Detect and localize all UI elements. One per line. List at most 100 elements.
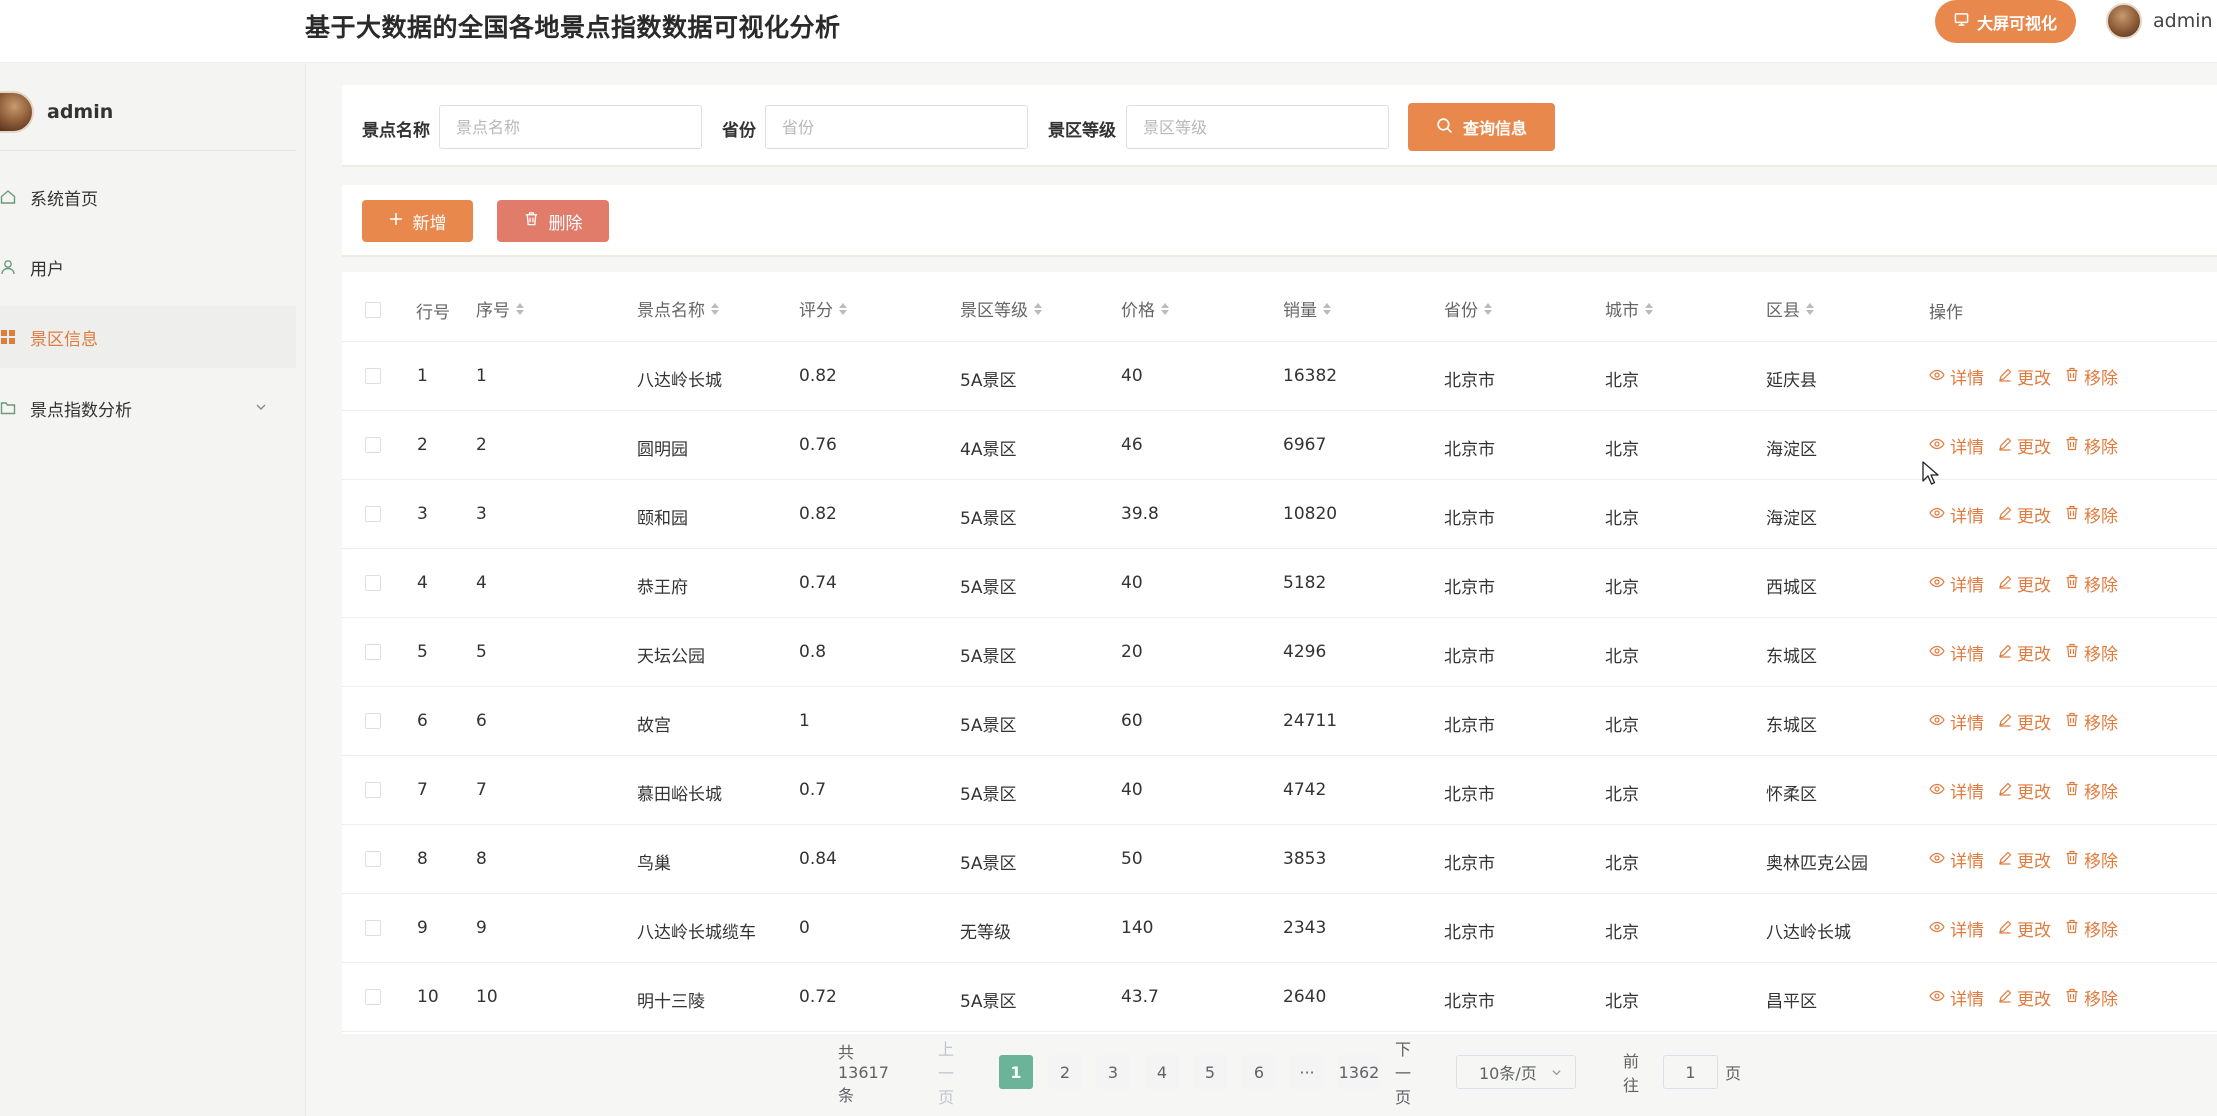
row-checkbox[interactable] [365, 437, 381, 453]
edit-label: 更改 [2017, 438, 2051, 458]
remove-button[interactable]: 移除 [2065, 916, 2118, 941]
detail-label: 详情 [1950, 852, 1984, 872]
sort-icon [1645, 302, 1653, 315]
remove-button[interactable]: 移除 [2065, 985, 2118, 1010]
pencil-icon [1998, 643, 2012, 663]
remove-button[interactable]: 移除 [2065, 571, 2118, 596]
cell-district: 海淀区 [1766, 440, 1817, 460]
avatar[interactable] [2106, 3, 2142, 39]
detail-button[interactable]: 详情 [1929, 985, 1984, 1010]
select-all-checkbox[interactable] [365, 302, 381, 318]
detail-button[interactable]: 详情 [1929, 364, 1984, 389]
cell-province: 北京市 [1444, 716, 1495, 736]
page-ellipsis[interactable]: ··· [1290, 1055, 1324, 1089]
detail-button[interactable]: 详情 [1929, 433, 1984, 458]
sidebar-item-label: 景点指数分析 [30, 400, 132, 421]
col-rating[interactable]: 评分 [799, 296, 847, 321]
sidebar-item-scenic-info[interactable]: 景区信息 [0, 306, 296, 368]
col-actions: 操作 [1929, 303, 1963, 323]
cell-row-number: 5 [417, 642, 428, 662]
prev-page-button[interactable]: 上一页 [938, 1040, 954, 1107]
cell-district: 延庆县 [1766, 371, 1817, 391]
remove-button[interactable]: 移除 [2065, 640, 2118, 665]
remove-button[interactable]: 移除 [2065, 709, 2118, 734]
eye-icon [1929, 850, 1945, 870]
col-province[interactable]: 省份 [1444, 296, 1492, 321]
name-search-input[interactable] [439, 105, 702, 149]
cell-province: 北京市 [1444, 578, 1495, 598]
edit-button[interactable]: 更改 [1998, 640, 2051, 665]
col-serial[interactable]: 序号 [476, 296, 524, 321]
page-4[interactable]: 4 [1145, 1055, 1179, 1089]
edit-button[interactable]: 更改 [1998, 364, 2051, 389]
edit-button[interactable]: 更改 [1998, 847, 2051, 872]
add-label: 新增 [412, 213, 447, 234]
row-checkbox[interactable] [365, 575, 381, 591]
page-last[interactable]: 1362 [1338, 1055, 1380, 1089]
goto-page-input[interactable]: 1 [1663, 1055, 1718, 1089]
remove-button[interactable]: 移除 [2065, 433, 2118, 458]
row-checkbox[interactable] [365, 368, 381, 384]
row-checkbox[interactable] [365, 920, 381, 936]
col-city[interactable]: 城市 [1605, 296, 1653, 321]
cell-serial: 2 [476, 435, 487, 455]
col-district[interactable]: 区县 [1766, 296, 1814, 321]
col-level[interactable]: 景区等级 [960, 296, 1042, 321]
edit-button[interactable]: 更改 [1998, 502, 2051, 527]
row-checkbox[interactable] [365, 713, 381, 729]
header-username[interactable]: admin [2153, 10, 2213, 32]
detail-button[interactable]: 详情 [1929, 502, 1984, 527]
remove-button[interactable]: 移除 [2065, 778, 2118, 803]
cell-scenic-name: 圆明园 [637, 440, 688, 460]
col-price[interactable]: 价格 [1121, 296, 1169, 321]
edit-button[interactable]: 更改 [1998, 778, 2051, 803]
col-name[interactable]: 景点名称 [637, 296, 719, 321]
row-actions: 详情 更改 移除 [1929, 985, 2118, 1010]
province-search-input[interactable] [765, 105, 1028, 149]
cell-city: 北京 [1605, 578, 1639, 598]
edit-button[interactable]: 更改 [1998, 709, 2051, 734]
detail-button[interactable]: 详情 [1929, 709, 1984, 734]
sidebar-item-index-analysis[interactable]: 景点指数分析 [0, 377, 296, 439]
sidebar-avatar [0, 91, 34, 133]
row-checkbox[interactable] [365, 851, 381, 867]
query-button[interactable]: 查询信息 [1408, 103, 1555, 151]
remove-button[interactable]: 移除 [2065, 847, 2118, 872]
remove-button[interactable]: 移除 [2065, 502, 2118, 527]
row-checkbox[interactable] [365, 782, 381, 798]
detail-button[interactable]: 详情 [1929, 778, 1984, 803]
delete-label: 删除 [548, 213, 583, 234]
row-checkbox[interactable] [365, 644, 381, 660]
next-page-button[interactable]: 下一页 [1395, 1040, 1411, 1107]
sidebar-item-home[interactable]: 系统首页 [0, 166, 296, 228]
row-checkbox[interactable] [365, 989, 381, 1005]
page-5[interactable]: 5 [1193, 1055, 1227, 1089]
detail-label: 详情 [1950, 921, 1984, 941]
level-search-input[interactable] [1126, 105, 1389, 149]
remove-label: 移除 [2084, 507, 2118, 527]
sidebar-item-user[interactable]: 用户 [0, 236, 296, 298]
edit-button[interactable]: 更改 [1998, 985, 2051, 1010]
cell-district: 八达岭长城 [1766, 923, 1851, 943]
page-6[interactable]: 6 [1242, 1055, 1276, 1089]
cell-row-number: 8 [417, 849, 428, 869]
pencil-icon [1998, 367, 2012, 387]
edit-button[interactable]: 更改 [1998, 571, 2051, 596]
page-2[interactable]: 2 [1048, 1055, 1082, 1089]
detail-button[interactable]: 详情 [1929, 571, 1984, 596]
detail-button[interactable]: 详情 [1929, 916, 1984, 941]
detail-button[interactable]: 详情 [1929, 640, 1984, 665]
add-button[interactable]: 新增 [362, 200, 473, 242]
remove-button[interactable]: 移除 [2065, 364, 2118, 389]
page-1[interactable]: 1 [999, 1055, 1033, 1089]
page-3[interactable]: 3 [1096, 1055, 1130, 1089]
delete-button[interactable]: 删除 [497, 200, 609, 242]
page-size-select[interactable]: 10条/页 [1456, 1055, 1576, 1089]
edit-button[interactable]: 更改 [1998, 433, 2051, 458]
col-sales[interactable]: 销量 [1283, 296, 1331, 321]
trash-icon [2065, 988, 2079, 1008]
row-checkbox[interactable] [365, 506, 381, 522]
edit-button[interactable]: 更改 [1998, 916, 2051, 941]
bigscreen-button[interactable]: 大屏可视化 [1935, 0, 2076, 43]
detail-button[interactable]: 详情 [1929, 847, 1984, 872]
